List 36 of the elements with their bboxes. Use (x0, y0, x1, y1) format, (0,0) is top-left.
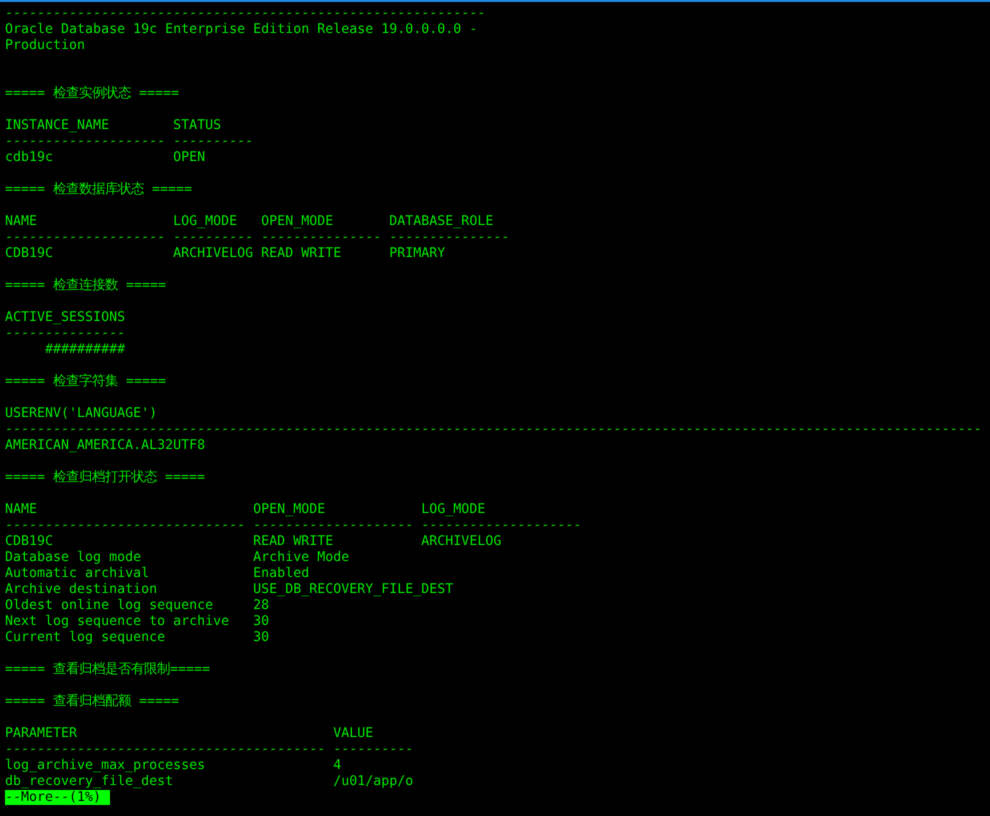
output-line: USERENV('LANGUAGE') (5, 406, 158, 421)
output-line: db_recovery_file_dest /u01/app/o (5, 774, 414, 789)
output-line: ===== 检查实例状态 ===== (5, 86, 180, 101)
output-line: Database log mode Archive Mode (5, 550, 350, 565)
output-line: ########## (44, 342, 126, 357)
output-line: Next log sequence to archive 30 (5, 614, 270, 629)
output-line: ===== 检查字符集 ===== (5, 374, 166, 389)
output-line: ACTIVE_SESSIONS (5, 310, 126, 325)
output-line: ------------------------------------------------------------ (5, 6, 486, 21)
output-line: -------------------------------------------------------------------------------------------------------------------------- (5, 422, 982, 437)
output-line: Oldest online log sequence 28 (5, 598, 270, 613)
output-line: Current log sequence 30 (5, 630, 270, 645)
output-line: CDB19C READ WRITE ARCHIVELOG (5, 534, 502, 549)
output-line: cdb19c OPEN (5, 150, 206, 165)
output-line: NAME OPEN_MODE LOG_MODE (5, 502, 486, 517)
output-line: PARAMETER VALUE (5, 726, 374, 741)
output-line: ===== 查看归档配额 ===== (5, 694, 180, 709)
output-line: ---------------------------------------- ---------- (5, 742, 414, 757)
output-line: Automatic archival Enabled (5, 566, 310, 581)
output-line: ===== 检查归档打开状态 ===== (5, 470, 206, 485)
output-line: ===== 查看归档是否有限制===== (5, 662, 210, 677)
output-line: Production (5, 38, 86, 53)
output-line: CDB19C ARCHIVELOG READ WRITE PRIMARY (5, 246, 446, 261)
pager-prompt: --More--(1%) (5, 790, 110, 805)
output-line: -------------------- ---------- --------------- --------------- (5, 230, 510, 245)
output-line: ===== 检查数据库状态 ===== (5, 182, 192, 197)
output-line: log_archive_max_processes 4 (5, 758, 342, 773)
output-line: ------------------------------ -------------------- -------------------- (5, 518, 582, 533)
output-line: INSTANCE_NAME STATUS (5, 118, 222, 133)
output-line: Oracle Database 19c Enterprise Edition Release 19.0.0.0.0 - (5, 22, 478, 37)
output-line: -------------------- ---------- (5, 134, 254, 149)
output-line: AMERICAN_AMERICA.AL32UTF8 (5, 438, 206, 453)
output-line: NAME LOG_MODE OPEN_MODE DATABASE_ROLE (5, 214, 494, 229)
output-line: Archive destination USE_DB_RECOVERY_FILE_DEST (5, 582, 454, 597)
output-line: ===== 检查连接数 ===== (5, 278, 166, 293)
output-line: --------------- (5, 326, 126, 341)
